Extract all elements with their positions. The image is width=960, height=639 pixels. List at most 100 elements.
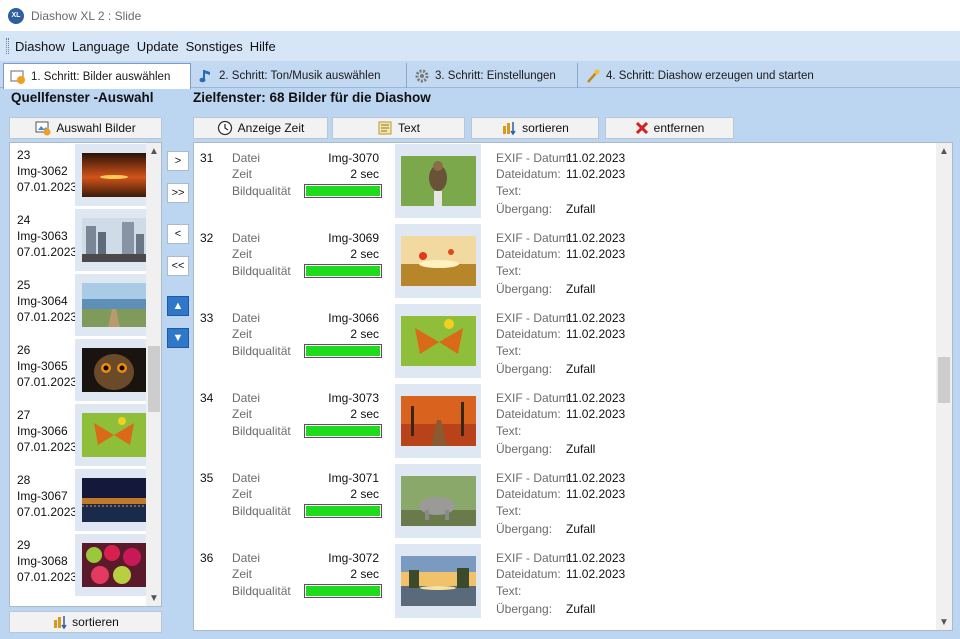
owl-image xyxy=(82,348,146,392)
menu-hilfe[interactable]: Hilfe xyxy=(250,39,276,54)
thumbnail[interactable] xyxy=(395,224,481,298)
transition-label: Übergang: xyxy=(496,362,553,376)
table-row[interactable]: 35 Datei Img-3071 Zeit 2 sec Bildqualitä… xyxy=(194,463,934,543)
transition-value[interactable]: Zufall xyxy=(566,602,595,616)
add-all-button[interactable]: >> xyxy=(167,183,189,203)
window-title: Diashow XL 2 : Slide xyxy=(31,8,142,23)
exif-label: EXIF - Datum: xyxy=(496,151,573,165)
menu-language[interactable]: Language xyxy=(72,39,130,54)
scroll-down-icon[interactable]: ▼ xyxy=(146,590,161,606)
time-value[interactable]: 2 sec xyxy=(350,327,379,341)
title-bar: XL Diashow XL 2 : Slide xyxy=(0,0,960,31)
target-scrollbar[interactable]: ▲ ▼ xyxy=(936,143,952,630)
table-row[interactable]: 33 Datei Img-3066 Zeit 2 sec Bildqualitä… xyxy=(194,303,934,383)
time-value[interactable]: 2 sec xyxy=(350,167,379,181)
sort-button[interactable]: sortieren xyxy=(471,117,599,139)
time-label: Zeit xyxy=(232,327,253,341)
source-sort-button[interactable]: sortieren xyxy=(9,611,162,633)
transition-value[interactable]: Zufall xyxy=(566,362,595,376)
add-one-button[interactable]: > xyxy=(167,151,189,171)
thumbnail[interactable] xyxy=(75,469,153,531)
scroll-thumb[interactable] xyxy=(148,346,160,412)
item-number: 33 xyxy=(200,311,214,325)
remove-button[interactable]: entfernen xyxy=(605,117,734,139)
list-item[interactable]: 26 Img-3065 07.01.2023 xyxy=(10,339,153,404)
scroll-up-icon[interactable]: ▲ xyxy=(146,143,161,159)
quality-label: Bildqualität xyxy=(232,584,291,598)
item-name: Img-3064 xyxy=(17,294,68,308)
boardwalk-image xyxy=(82,283,146,327)
clock-icon xyxy=(217,120,233,136)
thumbnail[interactable] xyxy=(395,544,481,618)
quality-bar xyxy=(304,504,382,518)
target-list[interactable]: 31 Datei Img-3070 Zeit 2 sec Bildqualitä… xyxy=(193,142,953,631)
scroll-up-icon[interactable]: ▲ xyxy=(936,143,952,159)
source-scrollbar[interactable]: ▲ ▼ xyxy=(146,143,161,606)
menu-diashow[interactable]: Diashow xyxy=(15,39,65,54)
text-label: Text: xyxy=(496,584,522,598)
thumbnail[interactable] xyxy=(395,304,481,378)
scroll-down-icon[interactable]: ▼ xyxy=(936,614,952,630)
thumbnail[interactable] xyxy=(75,404,153,466)
file-value: Img-3066 xyxy=(328,311,379,325)
tab-step-2[interactable]: 2. Schritt: Ton/Musik auswählen xyxy=(192,63,407,88)
source-list[interactable]: 23 Img-3062 07.01.2023 24 Img-3063 07.01… xyxy=(9,142,162,607)
thumbnail[interactable] xyxy=(395,464,481,538)
list-item[interactable]: 29 Img-3068 07.01.2023 xyxy=(10,534,153,599)
list-item[interactable]: 24 Img-3063 07.01.2023 xyxy=(10,209,153,274)
remove-one-button[interactable]: < xyxy=(167,224,189,244)
scroll-thumb[interactable] xyxy=(938,357,950,403)
toolbar-grip[interactable] xyxy=(6,38,9,54)
file-label: Datei xyxy=(232,231,261,245)
thumbnail[interactable] xyxy=(75,209,153,271)
thumbnail[interactable] xyxy=(75,144,153,206)
item-number: 31 xyxy=(200,151,214,165)
item-number: 27 xyxy=(17,408,31,422)
text-label: Text: xyxy=(496,344,522,358)
list-item[interactable]: 25 Img-3064 07.01.2023 xyxy=(10,274,153,339)
filedate-value: 11.02.2023 xyxy=(566,327,626,341)
file-label: Datei xyxy=(232,551,261,565)
tab-step-3[interactable]: 3. Schritt: Einstellungen xyxy=(408,63,578,88)
transition-value[interactable]: Zufall xyxy=(566,202,595,216)
table-row[interactable]: 36 Datei Img-3072 Zeit 2 sec Bildqualitä… xyxy=(194,543,934,623)
display-time-button[interactable]: Anzeige Zeit xyxy=(193,117,328,139)
file-label: Datei xyxy=(232,471,261,485)
falcon-image xyxy=(400,156,476,206)
tab-step-4[interactable]: 4. Schritt: Diashow erzeugen und starten xyxy=(579,63,819,88)
thumbnail[interactable] xyxy=(75,339,153,401)
select-images-label: Auswahl Bilder xyxy=(56,121,136,135)
tab-step-1[interactable]: 1. Schritt: Bilder auswählen xyxy=(3,63,191,89)
list-item[interactable]: 23 Img-3062 07.01.2023 xyxy=(10,144,153,209)
exif-label: EXIF - Datum: xyxy=(496,471,573,485)
time-value[interactable]: 2 sec xyxy=(350,247,379,261)
butterfly-image xyxy=(82,413,146,457)
time-value[interactable]: 2 sec xyxy=(350,407,379,421)
menu-sonstiges[interactable]: Sonstiges xyxy=(186,39,243,54)
remove-all-button[interactable]: << xyxy=(167,256,189,276)
table-row[interactable]: 32 Datei Img-3069 Zeit 2 sec Bildqualitä… xyxy=(194,223,934,303)
thumbnail[interactable] xyxy=(395,144,481,218)
list-item[interactable]: 27 Img-3066 07.01.2023 xyxy=(10,404,153,469)
thumbnail[interactable] xyxy=(395,384,481,458)
table-row[interactable]: 31 Datei Img-3070 Zeit 2 sec Bildqualitä… xyxy=(194,143,934,223)
text-label: Text: xyxy=(496,424,522,438)
transition-value[interactable]: Zufall xyxy=(566,442,595,456)
time-value[interactable]: 2 sec xyxy=(350,487,379,501)
thumbnail[interactable] xyxy=(75,274,153,336)
list-item[interactable]: 28 Img-3067 07.01.2023 xyxy=(10,469,153,534)
move-up-button[interactable]: ▲ xyxy=(167,296,189,316)
time-value[interactable]: 2 sec xyxy=(350,567,379,581)
transition-value[interactable]: Zufall xyxy=(566,282,595,296)
thumbnail[interactable] xyxy=(75,534,153,596)
tab-label: 3. Schritt: Einstellungen xyxy=(435,69,556,82)
item-number: 35 xyxy=(200,471,214,485)
table-row[interactable]: 34 Datei Img-3073 Zeit 2 sec Bildqualitä… xyxy=(194,383,934,463)
text-button[interactable]: Text xyxy=(332,117,465,139)
time-label: Zeit xyxy=(232,167,253,181)
select-images-button[interactable]: Auswahl Bilder xyxy=(9,117,162,139)
move-down-button[interactable]: ▼ xyxy=(167,328,189,348)
menu-update[interactable]: Update xyxy=(137,39,179,54)
music-note-icon xyxy=(198,68,214,84)
transition-value[interactable]: Zufall xyxy=(566,522,595,536)
